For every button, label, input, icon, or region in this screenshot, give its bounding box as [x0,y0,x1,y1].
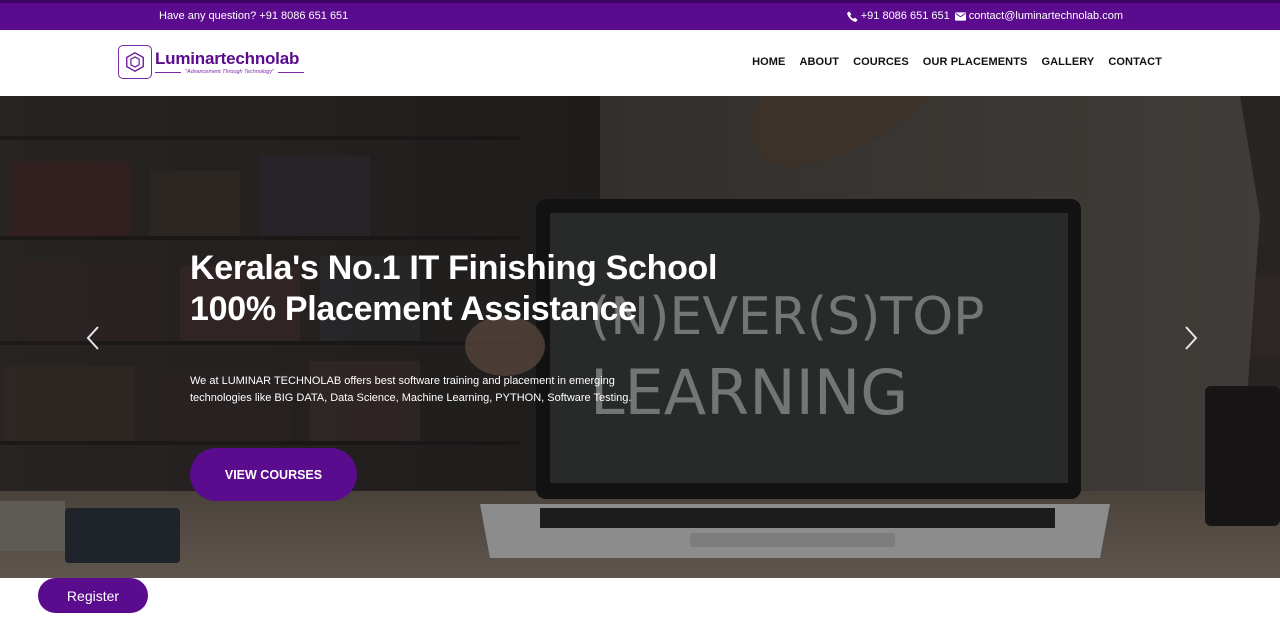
nav-courses[interactable]: COURCES [853,56,909,68]
hero-heading: Kerala's No.1 IT Finishing School 100% P… [190,248,717,330]
chevron-left-icon[interactable] [85,324,101,352]
question-text: Have any question? +91 8086 651 651 [159,10,349,22]
tagline-divider [155,71,181,73]
contact-info: +91 8086 651 651 contact@luminartechnola… [846,10,1123,22]
nav-placements[interactable]: OUR PLACEMENTS [923,56,1028,68]
phone-number[interactable]: +91 8086 651 651 [861,10,950,22]
nav-home[interactable]: HOME [752,56,785,68]
phone-icon [846,11,858,22]
top-contact-bar: Have any question? +91 8086 651 651 +91 … [0,0,1280,30]
hero-slider: (N)EVER(S)TOP LEARNING Kerala's No.1 IT … [0,96,1280,578]
register-button[interactable]: Register [38,578,148,613]
brand-logo[interactable]: Luminartechnolab "Advancement Through Te… [118,44,308,80]
chevron-right-icon[interactable] [1183,324,1199,352]
main-nav: HOME ABOUT COURCES OUR PLACEMENTS GALLER… [752,56,1162,68]
brand-name: Luminartechnolab [155,49,300,68]
hexagon-logo-icon [118,45,152,79]
nav-about[interactable]: ABOUT [799,56,839,68]
brand-tagline: "Advancement Through Technology" [185,69,275,75]
hero-title-line-1: Kerala's No.1 IT Finishing School [190,249,718,287]
site-header: Luminartechnolab "Advancement Through Te… [0,30,1280,96]
view-courses-button[interactable]: VIEW COURSES [190,448,357,501]
hero-description: We at LUMINAR TECHNOLAB offers best soft… [190,375,632,404]
nav-gallery[interactable]: GALLERY [1041,56,1094,68]
envelope-icon [954,11,966,21]
nav-contact[interactable]: CONTACT [1108,56,1162,68]
email-link[interactable]: contact@luminartechnolab.com [969,10,1123,22]
hero-background-image: (N)EVER(S)TOP LEARNING [0,96,1280,578]
tagline-divider [278,71,305,73]
hero-title-line-2: 100% Placement Assistance [190,290,637,328]
